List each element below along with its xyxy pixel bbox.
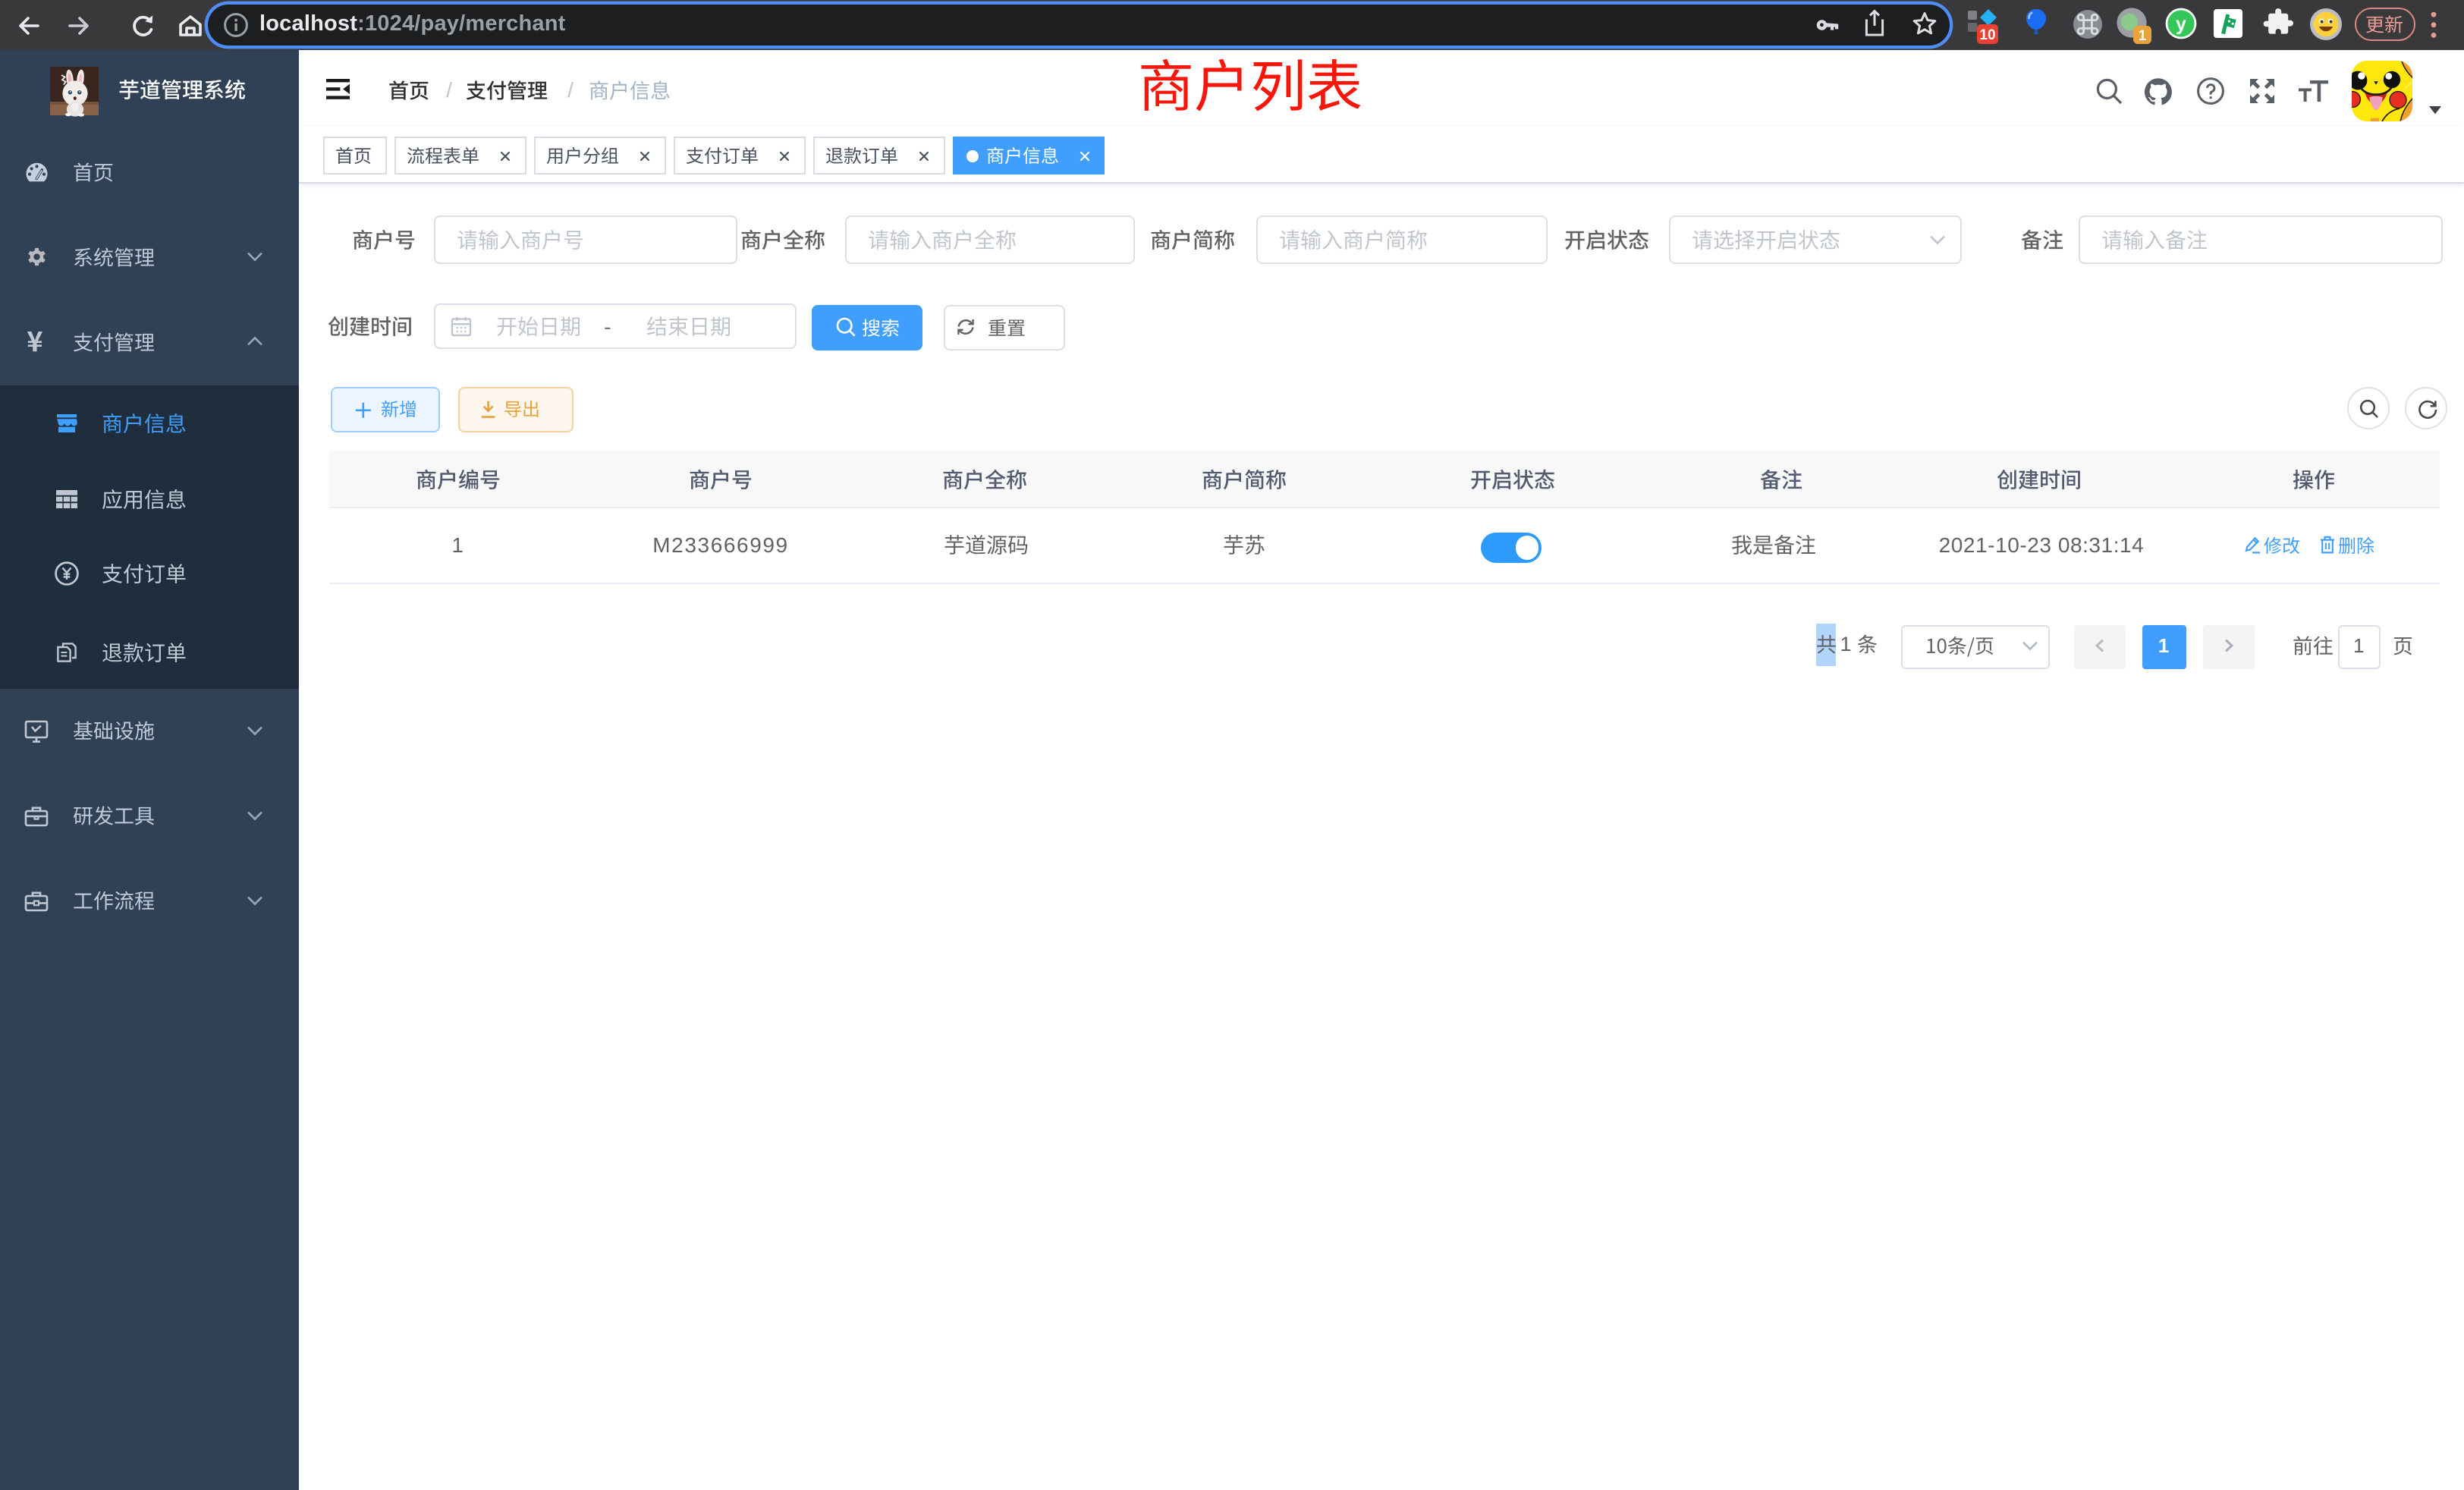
svg-text:10: 10: [1979, 27, 1995, 43]
svg-text:y: y: [2176, 14, 2186, 35]
svg-text:1: 1: [2139, 28, 2147, 44]
